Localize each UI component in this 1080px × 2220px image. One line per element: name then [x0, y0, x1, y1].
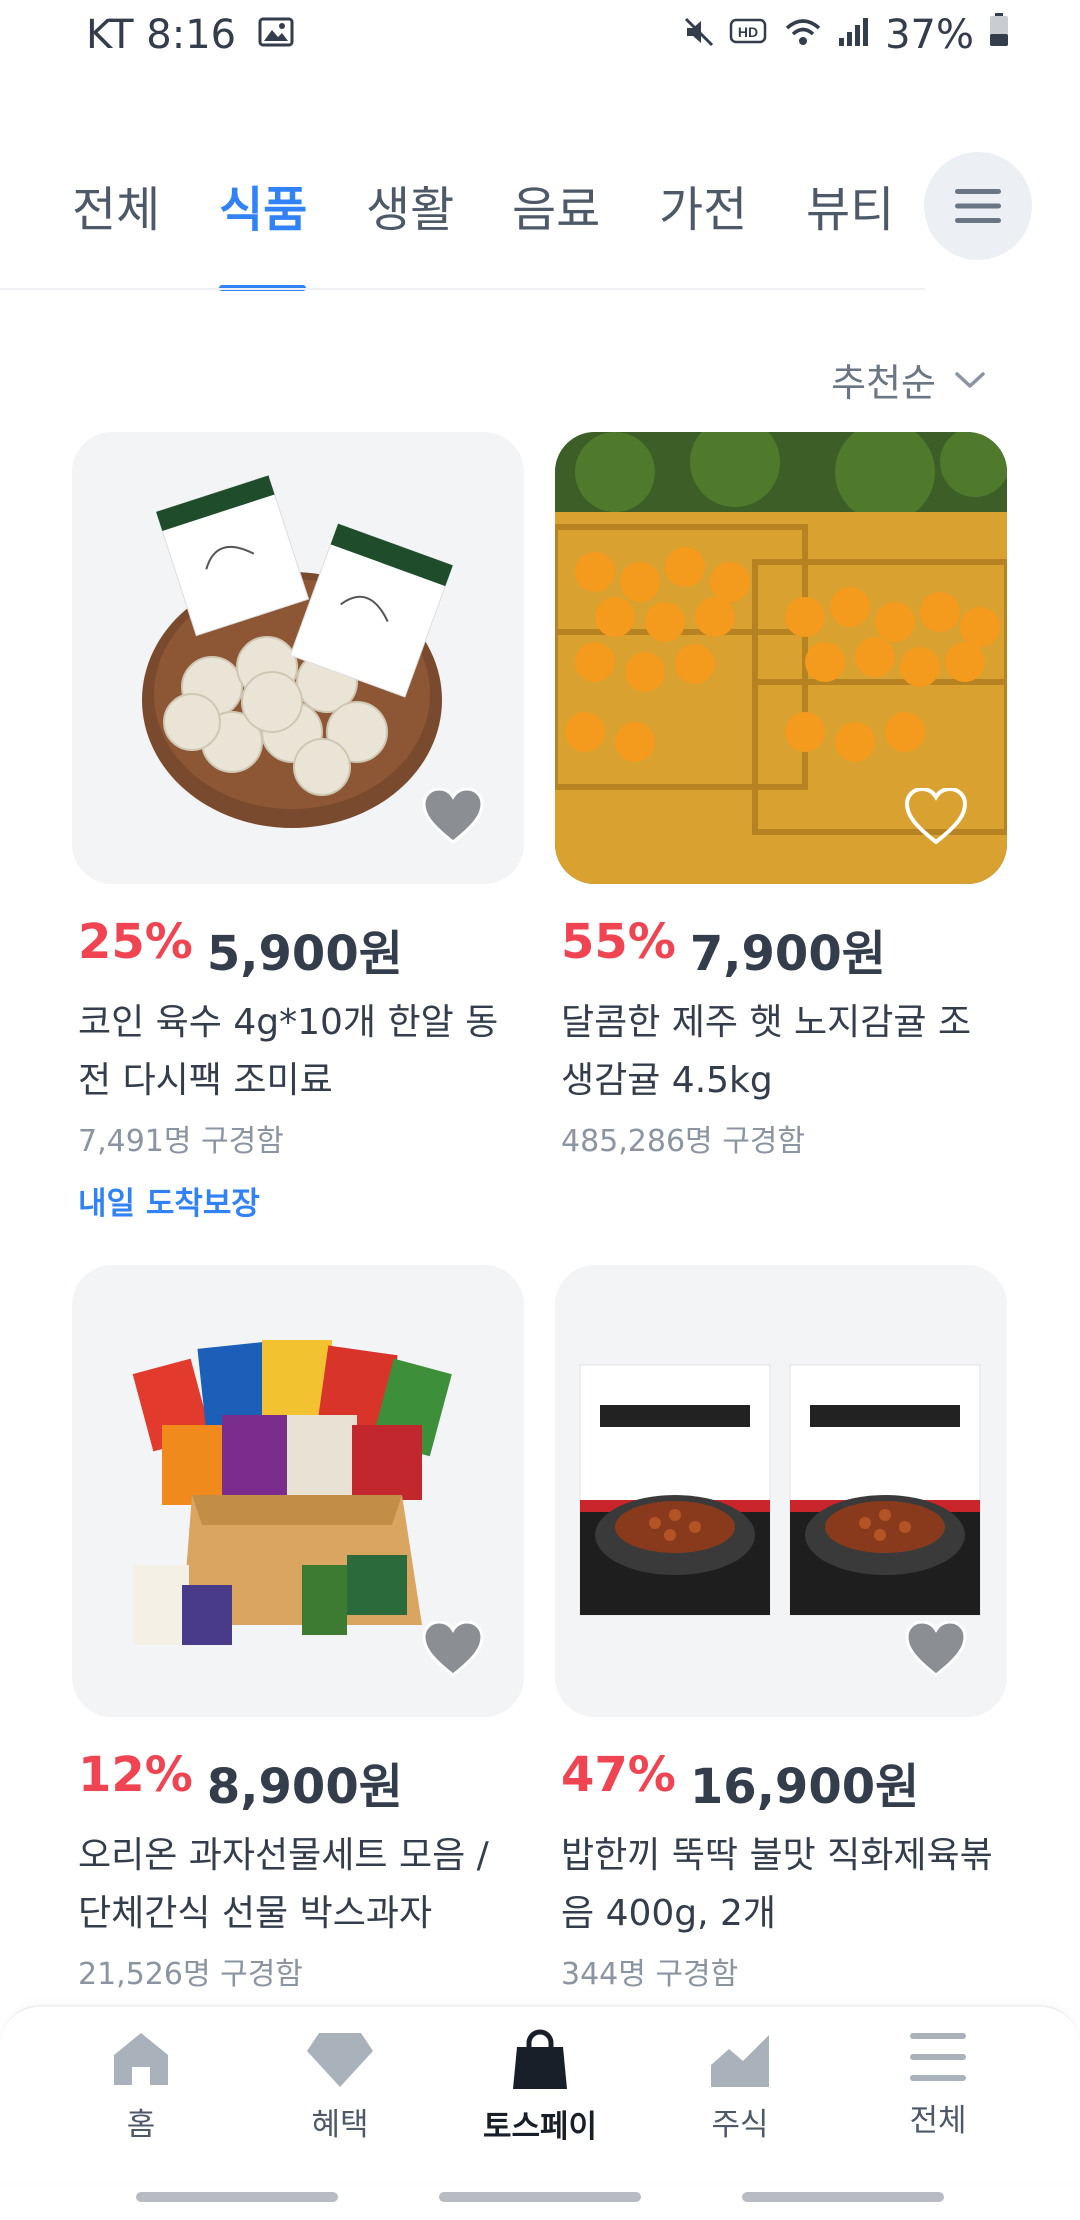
nav-label: 홈: [126, 2107, 156, 2143]
wifi-icon: [783, 12, 823, 58]
category-tabs: 전체 식품 생활 음료 가전 뷰티: [0, 150, 930, 291]
heart-icon[interactable]: [905, 1621, 967, 1677]
hd-icon: HD: [729, 12, 769, 58]
menu-icon: [910, 2033, 966, 2081]
sort-dropdown[interactable]: 추천순: [831, 352, 986, 407]
view-count: 485,286명 구경함: [561, 1124, 805, 1159]
carrier-time: KT 8:16: [86, 12, 237, 58]
shopping-bag-icon: [513, 2029, 567, 2089]
tab-living[interactable]: 생활: [366, 170, 454, 240]
nav-label: 혜택: [311, 2107, 369, 2143]
price: 5,900원: [206, 926, 403, 982]
product-image-dashi-coins[interactable]: [72, 432, 524, 884]
nav-label: 주식: [711, 2107, 769, 2143]
menu-icon: [955, 189, 1001, 223]
system-nav-left[interactable]: [136, 2192, 338, 2202]
diamond-icon: [307, 2033, 373, 2087]
tab-beauty[interactable]: 뷰티: [806, 170, 894, 240]
product-card[interactable]: 47% 16,900원 밥한끼 뚝딱 불맛 직화제육볶음 400g, 2개 34…: [555, 1265, 1007, 1993]
price: 16,900원: [689, 1759, 920, 1815]
system-nav-home[interactable]: [439, 2192, 641, 2202]
nav-home[interactable]: 홈: [41, 2029, 241, 2144]
view-count: 7,491명 구경함: [78, 1124, 284, 1159]
tab-all[interactable]: 전체: [72, 170, 160, 240]
nav-label: 전체: [909, 2103, 967, 2139]
nav-tosspay[interactable]: 토스페이: [440, 2029, 640, 2146]
product-title[interactable]: 달콤한 제주 햇 노지감귤 조생감귤 4.5kg: [561, 994, 1001, 1110]
product-card[interactable]: 12% 8,900원 오리온 과자선물세트 모음 / 단체간식 선물 박스과자 …: [72, 1265, 524, 1993]
svg-text:HD: HD: [738, 24, 758, 40]
product-card[interactable]: 55% 7,900원 달콤한 제주 햇 노지감귤 조생감귤 4.5kg 485,…: [555, 432, 1007, 1160]
discount-rate: 55%: [561, 914, 676, 970]
product-image-spicy-pork[interactable]: [555, 1265, 1007, 1717]
signal-icon: [837, 12, 871, 58]
product-image-tangerines[interactable]: [555, 432, 1007, 884]
product-title[interactable]: 오리온 과자선물세트 모음 / 단체간식 선물 박스과자: [78, 1827, 518, 1943]
view-count: 21,526명 구경함: [78, 1957, 303, 1992]
bottom-navigation: 홈 혜택 토스페이 주식 전체: [0, 2005, 1080, 2182]
nav-benefits[interactable]: 혜택: [240, 2029, 440, 2144]
nav-stocks[interactable]: 주식: [640, 2029, 840, 2144]
battery-icon: [988, 12, 1010, 58]
status-bar: KT 8:16 HD 37%: [0, 0, 1080, 80]
tab-food[interactable]: 식품: [219, 170, 307, 240]
category-menu-button[interactable]: [924, 152, 1032, 260]
heart-icon[interactable]: [905, 788, 967, 844]
gallery-icon: [258, 12, 294, 58]
mute-icon: [683, 12, 715, 58]
discount-rate: 25%: [78, 914, 193, 970]
tab-drinks[interactable]: 음료: [512, 170, 600, 240]
discount-rate: 12%: [78, 1747, 193, 1803]
product-title[interactable]: 밥한끼 뚝딱 불맛 직화제육볶음 400g, 2개: [561, 1827, 1001, 1943]
heart-icon[interactable]: [422, 1621, 484, 1677]
view-count: 344명 구경함: [561, 1957, 739, 1992]
product-image-snack-box[interactable]: [72, 1265, 524, 1717]
product-card[interactable]: 25% 5,900원 코인 육수 4g*10개 한알 동전 다시팩 조미료 7,…: [72, 432, 524, 1223]
system-nav-right[interactable]: [742, 2192, 944, 2202]
nav-all[interactable]: 전체: [838, 2029, 1038, 2140]
delivery-badge: 내일 도착보장: [78, 1186, 260, 1222]
chevron-down-icon: [955, 371, 985, 388]
discount-rate: 47%: [561, 1747, 676, 1803]
stock-chart-icon: [711, 2035, 769, 2087]
tab-appliances[interactable]: 가전: [659, 170, 747, 240]
sort-label: 추천순: [831, 361, 936, 405]
home-icon: [114, 2033, 168, 2085]
price: 7,900원: [689, 926, 886, 982]
tabs-divider: [0, 288, 925, 290]
battery-percent: 37%: [885, 12, 974, 58]
heart-icon[interactable]: [422, 788, 484, 844]
price: 8,900원: [206, 1759, 403, 1815]
nav-label: 토스페이: [482, 2109, 598, 2145]
product-title[interactable]: 코인 육수 4g*10개 한알 동전 다시팩 조미료: [78, 994, 518, 1110]
